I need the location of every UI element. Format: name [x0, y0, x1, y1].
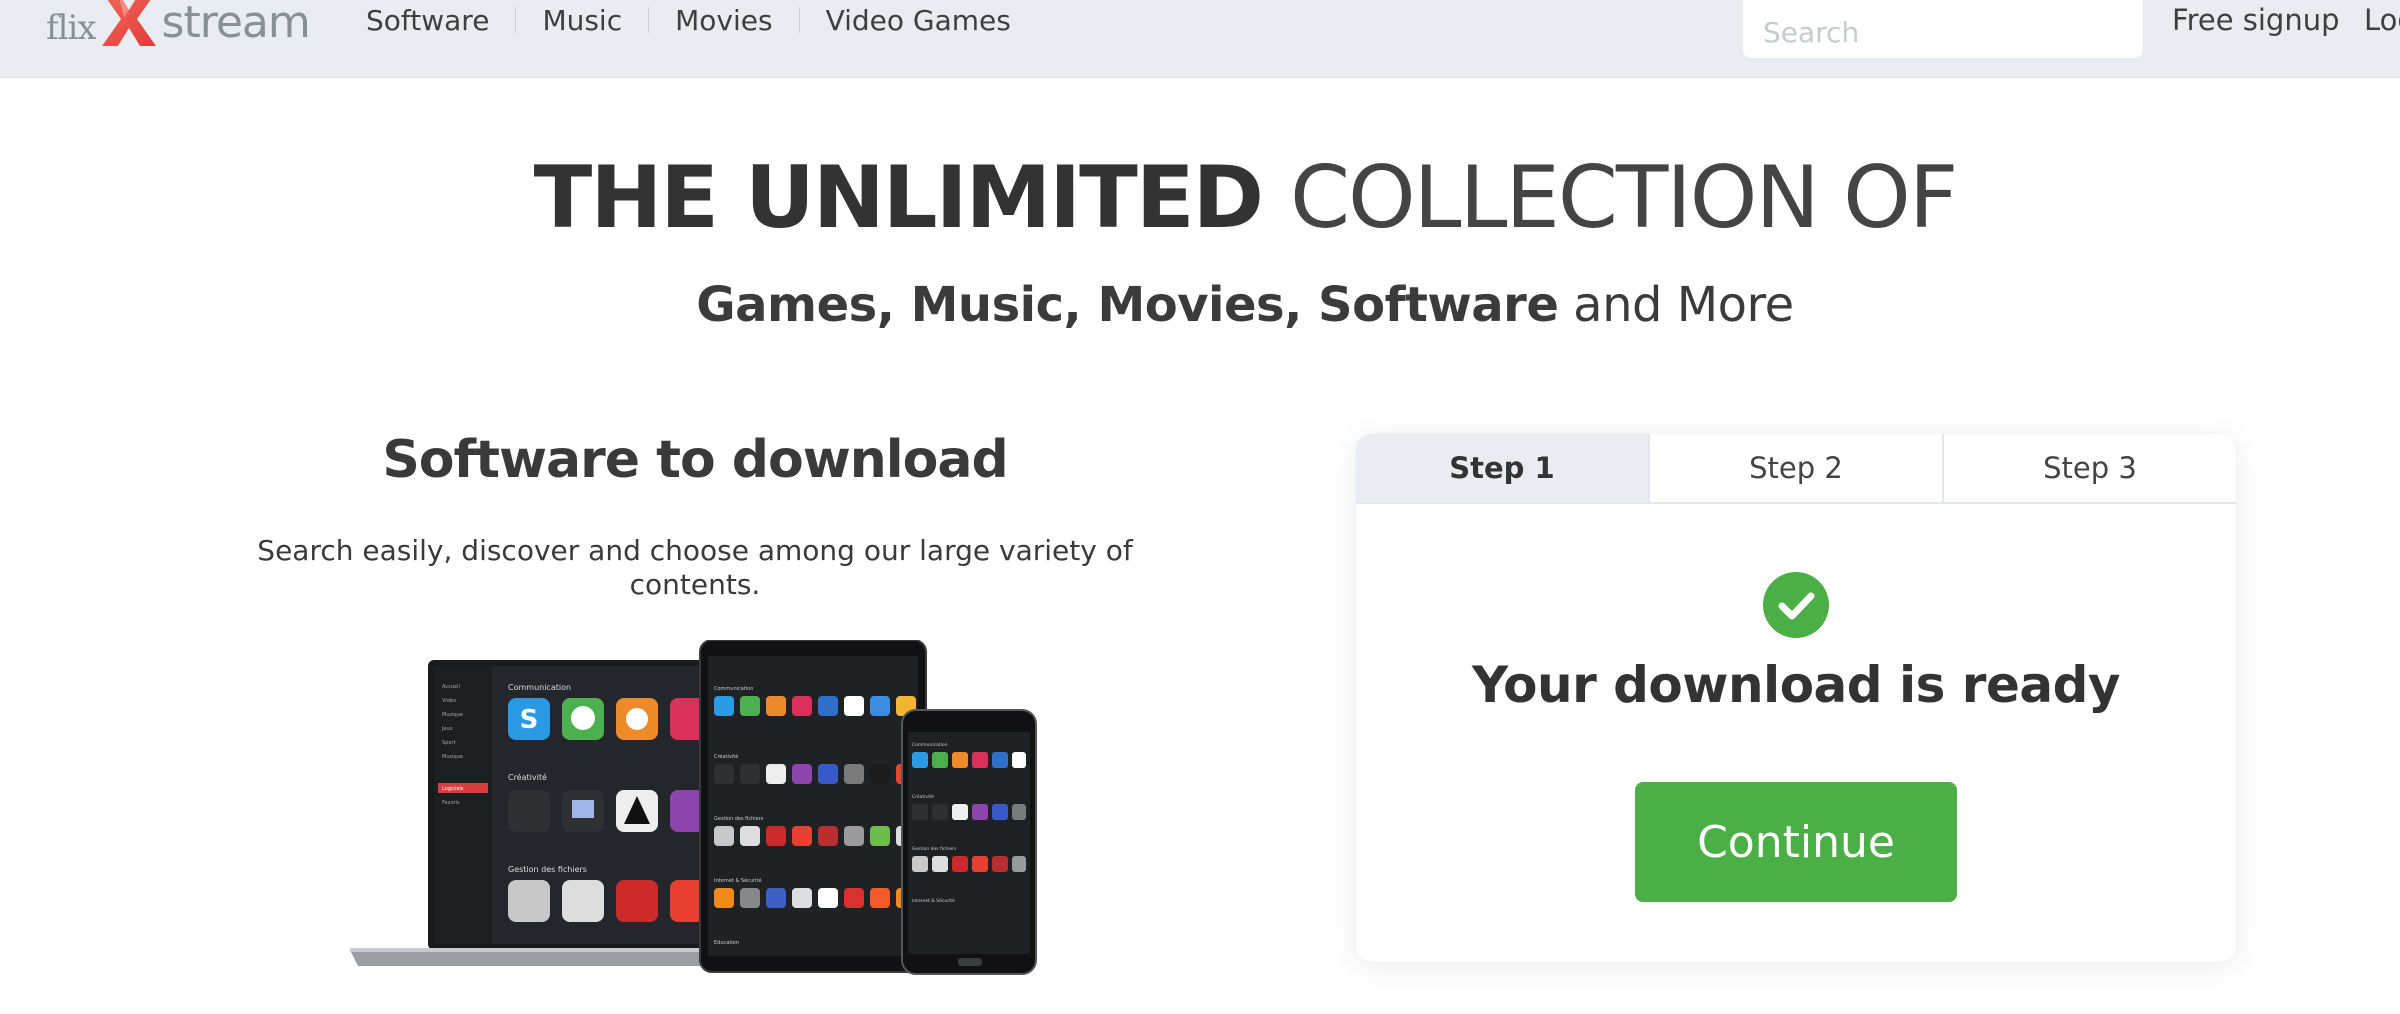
tablet-category: Internet & Sécurité [714, 877, 762, 884]
download-status: Your download is ready [1472, 656, 2120, 714]
phone-image: Communication Créativité Gestion des fic… [901, 709, 1037, 975]
laptop-sidebar-item: Favoris [442, 800, 460, 806]
logo-x-icon [101, 0, 156, 46]
nav-video-games[interactable]: Video Games [800, 4, 1037, 37]
hero-subtitle: Games, Music, Movies, Software and More [0, 270, 2400, 340]
phone-category: Gestion des fichiers [912, 846, 957, 852]
download-card: Step 1 Step 2 Step 3 Your download is re… [1356, 434, 2236, 962]
hero-title: THE UNLIMITED COLLECTION OF [0, 138, 2400, 258]
section-title: Software to download [382, 430, 1008, 490]
tab-step-3[interactable]: Step 3 [1942, 434, 2236, 502]
tablet-category: Créativité [714, 753, 738, 760]
hero-subtitle-light: and More [1573, 277, 1794, 333]
section-description: Search easily, discover and choose among… [257, 534, 1133, 601]
hero-title-bold: THE UNLIMITED [533, 148, 1264, 248]
laptop-sidebar-item: Jeux [441, 726, 453, 732]
laptop-category: Gestion des fichiers [508, 865, 587, 874]
tablet-category: Gestion des fichiers [714, 816, 764, 822]
laptop-sidebar-item: Vidéo [442, 697, 456, 704]
nav-music[interactable]: Music [516, 4, 648, 37]
laptop-sidebar-item: Accueil [442, 684, 460, 690]
main-nav: Software Music Movies Video Games [340, 0, 1037, 40]
step-tabs: Step 1 Step 2 Step 3 [1356, 434, 2236, 504]
login-link[interactable]: Log [2364, 0, 2400, 40]
devices-illustration: Accueil Vidéo Musique Jeux Sport Musique… [350, 640, 1037, 975]
checkmark-icon [1763, 572, 1829, 638]
phone-category: Créativité [912, 793, 934, 800]
hero-title-light: COLLECTION OF [1289, 148, 1958, 248]
tablet-category: Communication [714, 686, 753, 692]
free-signup-link[interactable]: Free signup [2172, 0, 2340, 40]
nav-software[interactable]: Software [340, 4, 515, 37]
svg-text:S: S [520, 705, 539, 735]
hero-subtitle-bold: Games, Music, Movies, Software [696, 277, 1559, 333]
tablet-category: Education [714, 940, 739, 946]
tablet-image: Communication Créativité Gestion des fic… [699, 640, 927, 973]
laptop-category: Créativité [508, 772, 547, 782]
tab-step-2[interactable]: Step 2 [1648, 434, 1942, 502]
phone-category: Communication [912, 742, 948, 748]
tab-step-1[interactable]: Step 1 [1356, 434, 1648, 502]
continue-button[interactable]: Continue [1635, 782, 1957, 902]
laptop-category: Communication [508, 683, 571, 692]
laptop-sidebar-item: Musique [442, 754, 463, 760]
nav-movies[interactable]: Movies [649, 4, 798, 37]
laptop-sidebar-item: Logiciels [442, 786, 464, 792]
logo-text-flix: flix [46, 8, 97, 48]
phone-category: Internet & Sécurité [912, 897, 955, 904]
laptop-sidebar-item: Sport [442, 740, 455, 746]
logo-text-stream: stream [161, 0, 311, 48]
laptop-sidebar-item: Musique [442, 712, 463, 718]
search-input[interactable] [1743, 0, 2143, 58]
top-navbar: flix stream Software Music Movies Video … [0, 0, 2400, 78]
flixstream-logo[interactable]: flix stream [46, 0, 311, 48]
